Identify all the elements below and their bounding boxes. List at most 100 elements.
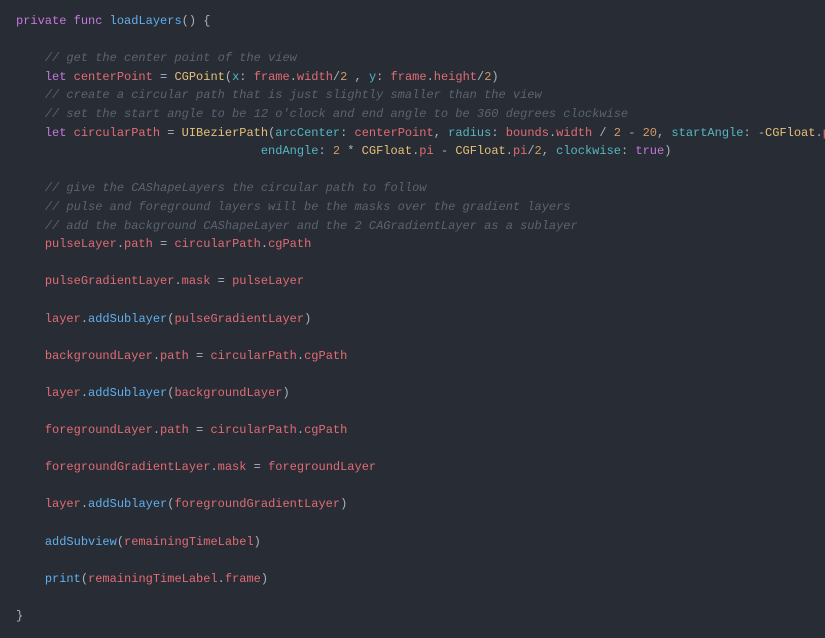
punct: .: [427, 70, 434, 84]
number: 2: [333, 144, 340, 158]
number: 2: [614, 126, 621, 140]
comment: // add the background CAShapeLayer and t…: [45, 219, 578, 233]
punct: -: [621, 126, 643, 140]
label: startAngle: [671, 126, 743, 140]
identifier: mask: [218, 460, 247, 474]
punct: .: [506, 144, 513, 158]
comment: // pulse and foreground layers will be t…: [45, 200, 571, 214]
identifier: centerPoint: [355, 126, 434, 140]
identifier: height: [434, 70, 477, 84]
comment: // create a circular path that is just s…: [45, 88, 542, 102]
identifier: remainingTimeLabel: [124, 535, 254, 549]
identifier: circularPath: [210, 349, 296, 363]
type: UIBezierPath: [182, 126, 268, 140]
identifier: width: [556, 126, 592, 140]
punct: :: [239, 70, 253, 84]
label: arcCenter: [275, 126, 340, 140]
punct: :: [376, 70, 390, 84]
identifier: backgroundLayer: [174, 386, 282, 400]
punct: :: [621, 144, 635, 158]
method: addSublayer: [88, 312, 167, 326]
keyword: true: [635, 144, 664, 158]
identifier: bounds: [506, 126, 549, 140]
identifier: centerPoint: [74, 70, 153, 84]
punct: =: [160, 126, 182, 140]
comment: // get the center point of the view: [45, 51, 297, 65]
type: CGFloat: [362, 144, 412, 158]
punct: ): [261, 572, 268, 586]
identifier: foregroundGradientLayer: [45, 460, 211, 474]
punct: .: [81, 312, 88, 326]
punct: .: [117, 237, 124, 251]
code-block: private func loadLayers() { // get the c…: [16, 12, 809, 626]
type: CGFloat: [455, 144, 505, 158]
method: addSublayer: [88, 386, 167, 400]
punct: .: [218, 572, 225, 586]
punct: -: [434, 144, 456, 158]
identifier: pulseLayer: [232, 274, 304, 288]
identifier: foregroundGradientLayer: [174, 497, 340, 511]
identifier: frame: [254, 70, 290, 84]
identifier: pulseLayer: [45, 237, 117, 251]
keyword: let: [45, 126, 67, 140]
identifier: layer: [45, 312, 81, 326]
identifier: path: [160, 349, 189, 363]
punct: .: [153, 349, 160, 363]
identifier: frame: [391, 70, 427, 84]
keyword: let: [45, 70, 67, 84]
comment: // set the start angle to be 12 o'clock …: [45, 107, 628, 121]
punct: .: [174, 274, 181, 288]
keyword: func: [74, 14, 103, 28]
punct: .: [153, 423, 160, 437]
function-name: loadLayers: [110, 14, 182, 28]
method: addSublayer: [88, 497, 167, 511]
label: radius: [448, 126, 491, 140]
punct: .: [81, 386, 88, 400]
punct: *: [340, 144, 362, 158]
punct: ,: [657, 126, 671, 140]
type: CGFloat: [765, 126, 815, 140]
number: 20: [643, 126, 657, 140]
identifier: width: [297, 70, 333, 84]
punct: =: [153, 237, 175, 251]
punct: /: [592, 126, 614, 140]
identifier: pi: [513, 144, 527, 158]
method: print: [45, 572, 81, 586]
punct: : -: [743, 126, 765, 140]
identifier: path: [124, 237, 153, 251]
identifier: pulseGradientLayer: [174, 312, 304, 326]
identifier: pi: [419, 144, 433, 158]
punct: () {: [182, 14, 211, 28]
punct: ,: [542, 144, 556, 158]
label: endAngle: [261, 144, 319, 158]
punct: }: [16, 609, 23, 623]
identifier: frame: [225, 572, 261, 586]
identifier: circularPath: [74, 126, 160, 140]
punct: ): [304, 312, 311, 326]
punct: ): [340, 497, 347, 511]
keyword: private: [16, 14, 66, 28]
punct: .: [297, 423, 304, 437]
type: CGPoint: [174, 70, 224, 84]
identifier: circularPath: [174, 237, 260, 251]
identifier: cgPath: [304, 423, 347, 437]
punct: :: [318, 144, 332, 158]
identifier: pulseGradientLayer: [45, 274, 175, 288]
padding: [16, 144, 261, 158]
punct: .: [210, 460, 217, 474]
punct: .: [261, 237, 268, 251]
punct: :: [491, 126, 505, 140]
identifier: foregroundLayer: [45, 423, 153, 437]
punct: .: [297, 349, 304, 363]
identifier: foregroundLayer: [268, 460, 376, 474]
identifier: cgPath: [304, 349, 347, 363]
punct: .: [81, 497, 88, 511]
comment: // give the CAShapeLayers the circular p…: [45, 181, 427, 195]
punct: /: [527, 144, 534, 158]
punct: .: [815, 126, 822, 140]
punct: ): [282, 386, 289, 400]
identifier: circularPath: [210, 423, 296, 437]
identifier: path: [160, 423, 189, 437]
identifier: layer: [45, 386, 81, 400]
identifier: backgroundLayer: [45, 349, 153, 363]
